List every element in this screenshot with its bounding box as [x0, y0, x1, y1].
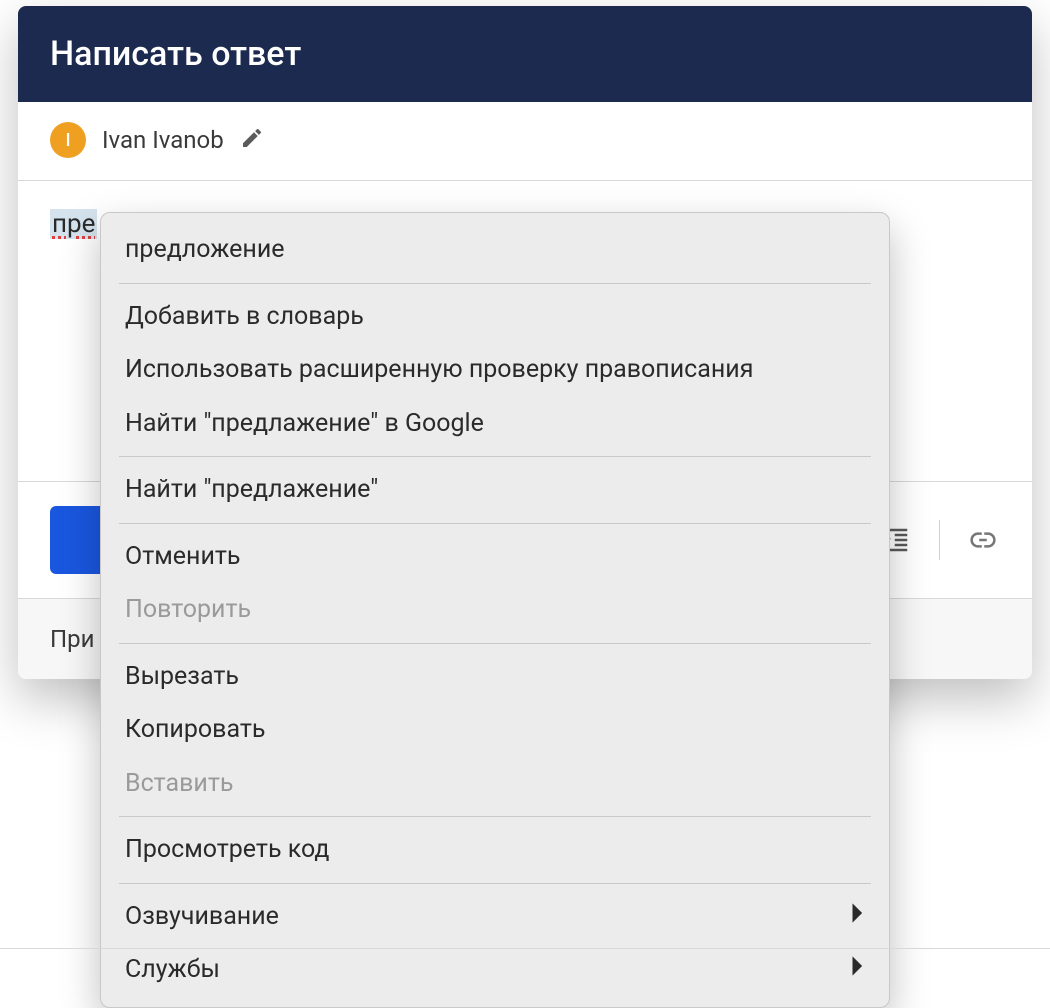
- edit-icon[interactable]: [240, 126, 264, 154]
- author-row: I Ivan Ivanob: [18, 102, 1032, 181]
- ctx-suggestion[interactable]: предложение: [101, 223, 889, 277]
- ctx-find[interactable]: Найти "предлажение": [101, 463, 889, 517]
- avatar: I: [50, 122, 86, 158]
- ctx-services[interactable]: Службы: [101, 943, 889, 997]
- attachments-label: При: [50, 625, 94, 653]
- ctx-search-google[interactable]: Найти "предлажение" в Google: [101, 397, 889, 451]
- avatar-initial: I: [65, 130, 70, 151]
- ctx-add-to-dictionary[interactable]: Добавить в словарь: [101, 290, 889, 344]
- link-icon[interactable]: [966, 523, 1000, 557]
- author-name: Ivan Ivanob: [102, 126, 224, 154]
- ctx-redo: Повторить: [101, 583, 889, 637]
- chevron-right-icon: [851, 951, 865, 989]
- ctx-cut[interactable]: Вырезать: [101, 650, 889, 704]
- ctx-undo[interactable]: Отменить: [101, 530, 889, 584]
- ctx-extended-spellcheck[interactable]: Использовать расширенную проверку правоп…: [101, 343, 889, 397]
- dialog-header: Написать ответ: [18, 6, 1032, 102]
- context-menu: предложение Добавить в словарь Использов…: [100, 212, 890, 1008]
- ctx-speech[interactable]: Озвучивание: [101, 890, 889, 944]
- dialog-title: Написать ответ: [50, 34, 301, 74]
- page-divider: [0, 948, 1050, 949]
- ctx-paste: Вставить: [101, 757, 889, 811]
- misspelled-word[interactable]: пре: [50, 209, 97, 239]
- ctx-copy[interactable]: Копировать: [101, 703, 889, 757]
- ctx-view-source[interactable]: Просмотреть код: [101, 823, 889, 877]
- chevron-right-icon: [851, 898, 865, 936]
- toolbar-separator: [939, 520, 940, 560]
